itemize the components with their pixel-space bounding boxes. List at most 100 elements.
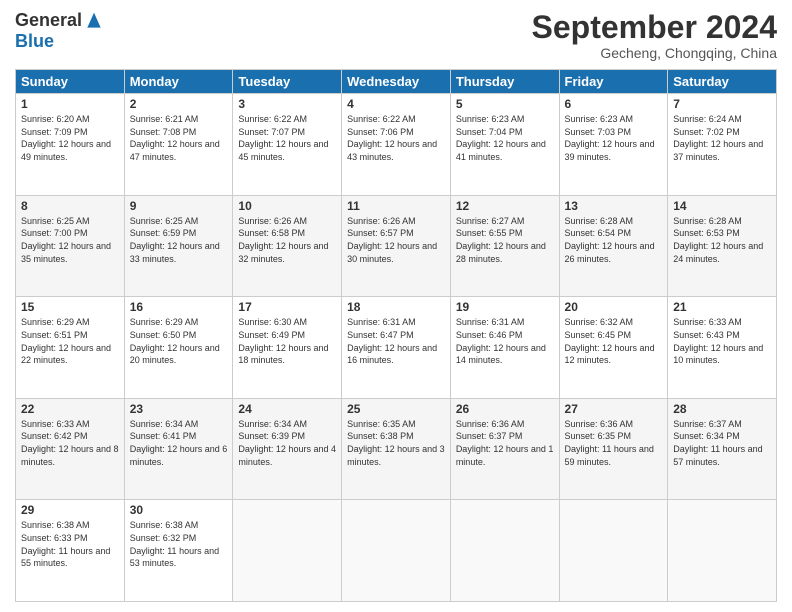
calendar-day-header: Thursday — [450, 70, 559, 94]
calendar-day-header: Tuesday — [233, 70, 342, 94]
logo: General Blue — [15, 10, 104, 52]
day-number: 13 — [565, 199, 663, 213]
cell-content: Sunrise: 6:35 AM Sunset: 6:38 PM Dayligh… — [347, 418, 445, 468]
day-number: 1 — [21, 97, 119, 111]
cell-content: Sunrise: 6:38 AM Sunset: 6:33 PM Dayligh… — [21, 519, 119, 569]
day-number: 2 — [130, 97, 228, 111]
day-number: 26 — [456, 402, 554, 416]
calendar-cell — [559, 500, 668, 602]
calendar-cell: 26 Sunrise: 6:36 AM Sunset: 6:37 PM Dayl… — [450, 398, 559, 500]
calendar-cell: 1 Sunrise: 6:20 AM Sunset: 7:09 PM Dayli… — [16, 94, 125, 196]
calendar-cell: 27 Sunrise: 6:36 AM Sunset: 6:35 PM Dayl… — [559, 398, 668, 500]
cell-content: Sunrise: 6:28 AM Sunset: 6:54 PM Dayligh… — [565, 215, 663, 265]
day-number: 25 — [347, 402, 445, 416]
calendar-cell: 5 Sunrise: 6:23 AM Sunset: 7:04 PM Dayli… — [450, 94, 559, 196]
day-number: 14 — [673, 199, 771, 213]
calendar-cell: 23 Sunrise: 6:34 AM Sunset: 6:41 PM Dayl… — [124, 398, 233, 500]
calendar-week-row: 29 Sunrise: 6:38 AM Sunset: 6:33 PM Dayl… — [16, 500, 777, 602]
calendar-week-row: 1 Sunrise: 6:20 AM Sunset: 7:09 PM Dayli… — [16, 94, 777, 196]
cell-content: Sunrise: 6:26 AM Sunset: 6:57 PM Dayligh… — [347, 215, 445, 265]
day-number: 9 — [130, 199, 228, 213]
day-number: 6 — [565, 97, 663, 111]
cell-content: Sunrise: 6:33 AM Sunset: 6:43 PM Dayligh… — [673, 316, 771, 366]
cell-content: Sunrise: 6:30 AM Sunset: 6:49 PM Dayligh… — [238, 316, 336, 366]
calendar-cell — [668, 500, 777, 602]
day-number: 17 — [238, 300, 336, 314]
calendar-day-header: Friday — [559, 70, 668, 94]
calendar-cell — [342, 500, 451, 602]
logo-blue-text: Blue — [15, 31, 54, 52]
header: General Blue September 2024 Gecheng, Cho… — [15, 10, 777, 61]
calendar-cell: 8 Sunrise: 6:25 AM Sunset: 7:00 PM Dayli… — [16, 195, 125, 297]
cell-content: Sunrise: 6:21 AM Sunset: 7:08 PM Dayligh… — [130, 113, 228, 163]
cell-content: Sunrise: 6:33 AM Sunset: 6:42 PM Dayligh… — [21, 418, 119, 468]
calendar-cell: 20 Sunrise: 6:32 AM Sunset: 6:45 PM Dayl… — [559, 297, 668, 399]
calendar-cell: 22 Sunrise: 6:33 AM Sunset: 6:42 PM Dayl… — [16, 398, 125, 500]
page: General Blue September 2024 Gecheng, Cho… — [0, 0, 792, 612]
day-number: 30 — [130, 503, 228, 517]
calendar-cell: 30 Sunrise: 6:38 AM Sunset: 6:32 PM Dayl… — [124, 500, 233, 602]
calendar-cell: 25 Sunrise: 6:35 AM Sunset: 6:38 PM Dayl… — [342, 398, 451, 500]
title-block: September 2024 Gecheng, Chongqing, China — [532, 10, 777, 61]
cell-content: Sunrise: 6:36 AM Sunset: 6:35 PM Dayligh… — [565, 418, 663, 468]
cell-content: Sunrise: 6:22 AM Sunset: 7:06 PM Dayligh… — [347, 113, 445, 163]
cell-content: Sunrise: 6:25 AM Sunset: 7:00 PM Dayligh… — [21, 215, 119, 265]
cell-content: Sunrise: 6:29 AM Sunset: 6:51 PM Dayligh… — [21, 316, 119, 366]
month-title: September 2024 — [532, 10, 777, 45]
calendar-cell: 12 Sunrise: 6:27 AM Sunset: 6:55 PM Dayl… — [450, 195, 559, 297]
calendar-cell: 13 Sunrise: 6:28 AM Sunset: 6:54 PM Dayl… — [559, 195, 668, 297]
calendar-cell: 10 Sunrise: 6:26 AM Sunset: 6:58 PM Dayl… — [233, 195, 342, 297]
day-number: 22 — [21, 402, 119, 416]
cell-content: Sunrise: 6:34 AM Sunset: 6:39 PM Dayligh… — [238, 418, 336, 468]
calendar-cell: 11 Sunrise: 6:26 AM Sunset: 6:57 PM Dayl… — [342, 195, 451, 297]
cell-content: Sunrise: 6:37 AM Sunset: 6:34 PM Dayligh… — [673, 418, 771, 468]
cell-content: Sunrise: 6:36 AM Sunset: 6:37 PM Dayligh… — [456, 418, 554, 468]
day-number: 27 — [565, 402, 663, 416]
cell-content: Sunrise: 6:27 AM Sunset: 6:55 PM Dayligh… — [456, 215, 554, 265]
cell-content: Sunrise: 6:29 AM Sunset: 6:50 PM Dayligh… — [130, 316, 228, 366]
day-number: 23 — [130, 402, 228, 416]
cell-content: Sunrise: 6:26 AM Sunset: 6:58 PM Dayligh… — [238, 215, 336, 265]
day-number: 10 — [238, 199, 336, 213]
cell-content: Sunrise: 6:32 AM Sunset: 6:45 PM Dayligh… — [565, 316, 663, 366]
cell-content: Sunrise: 6:24 AM Sunset: 7:02 PM Dayligh… — [673, 113, 771, 163]
location: Gecheng, Chongqing, China — [532, 45, 777, 61]
cell-content: Sunrise: 6:31 AM Sunset: 6:47 PM Dayligh… — [347, 316, 445, 366]
day-number: 8 — [21, 199, 119, 213]
calendar-day-header: Saturday — [668, 70, 777, 94]
calendar-week-row: 8 Sunrise: 6:25 AM Sunset: 7:00 PM Dayli… — [16, 195, 777, 297]
calendar-cell: 21 Sunrise: 6:33 AM Sunset: 6:43 PM Dayl… — [668, 297, 777, 399]
cell-content: Sunrise: 6:22 AM Sunset: 7:07 PM Dayligh… — [238, 113, 336, 163]
cell-content: Sunrise: 6:28 AM Sunset: 6:53 PM Dayligh… — [673, 215, 771, 265]
day-number: 24 — [238, 402, 336, 416]
calendar-cell: 14 Sunrise: 6:28 AM Sunset: 6:53 PM Dayl… — [668, 195, 777, 297]
calendar-cell: 2 Sunrise: 6:21 AM Sunset: 7:08 PM Dayli… — [124, 94, 233, 196]
day-number: 3 — [238, 97, 336, 111]
calendar-cell: 19 Sunrise: 6:31 AM Sunset: 6:46 PM Dayl… — [450, 297, 559, 399]
calendar-day-header: Sunday — [16, 70, 125, 94]
calendar-table: SundayMondayTuesdayWednesdayThursdayFrid… — [15, 69, 777, 602]
calendar-cell: 18 Sunrise: 6:31 AM Sunset: 6:47 PM Dayl… — [342, 297, 451, 399]
calendar-cell: 17 Sunrise: 6:30 AM Sunset: 6:49 PM Dayl… — [233, 297, 342, 399]
calendar-cell: 28 Sunrise: 6:37 AM Sunset: 6:34 PM Dayl… — [668, 398, 777, 500]
day-number: 20 — [565, 300, 663, 314]
day-number: 16 — [130, 300, 228, 314]
day-number: 21 — [673, 300, 771, 314]
cell-content: Sunrise: 6:34 AM Sunset: 6:41 PM Dayligh… — [130, 418, 228, 468]
day-number: 11 — [347, 199, 445, 213]
day-number: 4 — [347, 97, 445, 111]
day-number: 29 — [21, 503, 119, 517]
cell-content: Sunrise: 6:25 AM Sunset: 6:59 PM Dayligh… — [130, 215, 228, 265]
calendar-cell: 16 Sunrise: 6:29 AM Sunset: 6:50 PM Dayl… — [124, 297, 233, 399]
logo-icon — [84, 11, 104, 31]
calendar-week-row: 22 Sunrise: 6:33 AM Sunset: 6:42 PM Dayl… — [16, 398, 777, 500]
calendar-cell: 9 Sunrise: 6:25 AM Sunset: 6:59 PM Dayli… — [124, 195, 233, 297]
calendar-cell: 6 Sunrise: 6:23 AM Sunset: 7:03 PM Dayli… — [559, 94, 668, 196]
calendar-day-header: Monday — [124, 70, 233, 94]
cell-content: Sunrise: 6:38 AM Sunset: 6:32 PM Dayligh… — [130, 519, 228, 569]
calendar-cell: 24 Sunrise: 6:34 AM Sunset: 6:39 PM Dayl… — [233, 398, 342, 500]
calendar-cell: 3 Sunrise: 6:22 AM Sunset: 7:07 PM Dayli… — [233, 94, 342, 196]
day-number: 15 — [21, 300, 119, 314]
cell-content: Sunrise: 6:20 AM Sunset: 7:09 PM Dayligh… — [21, 113, 119, 163]
day-number: 28 — [673, 402, 771, 416]
